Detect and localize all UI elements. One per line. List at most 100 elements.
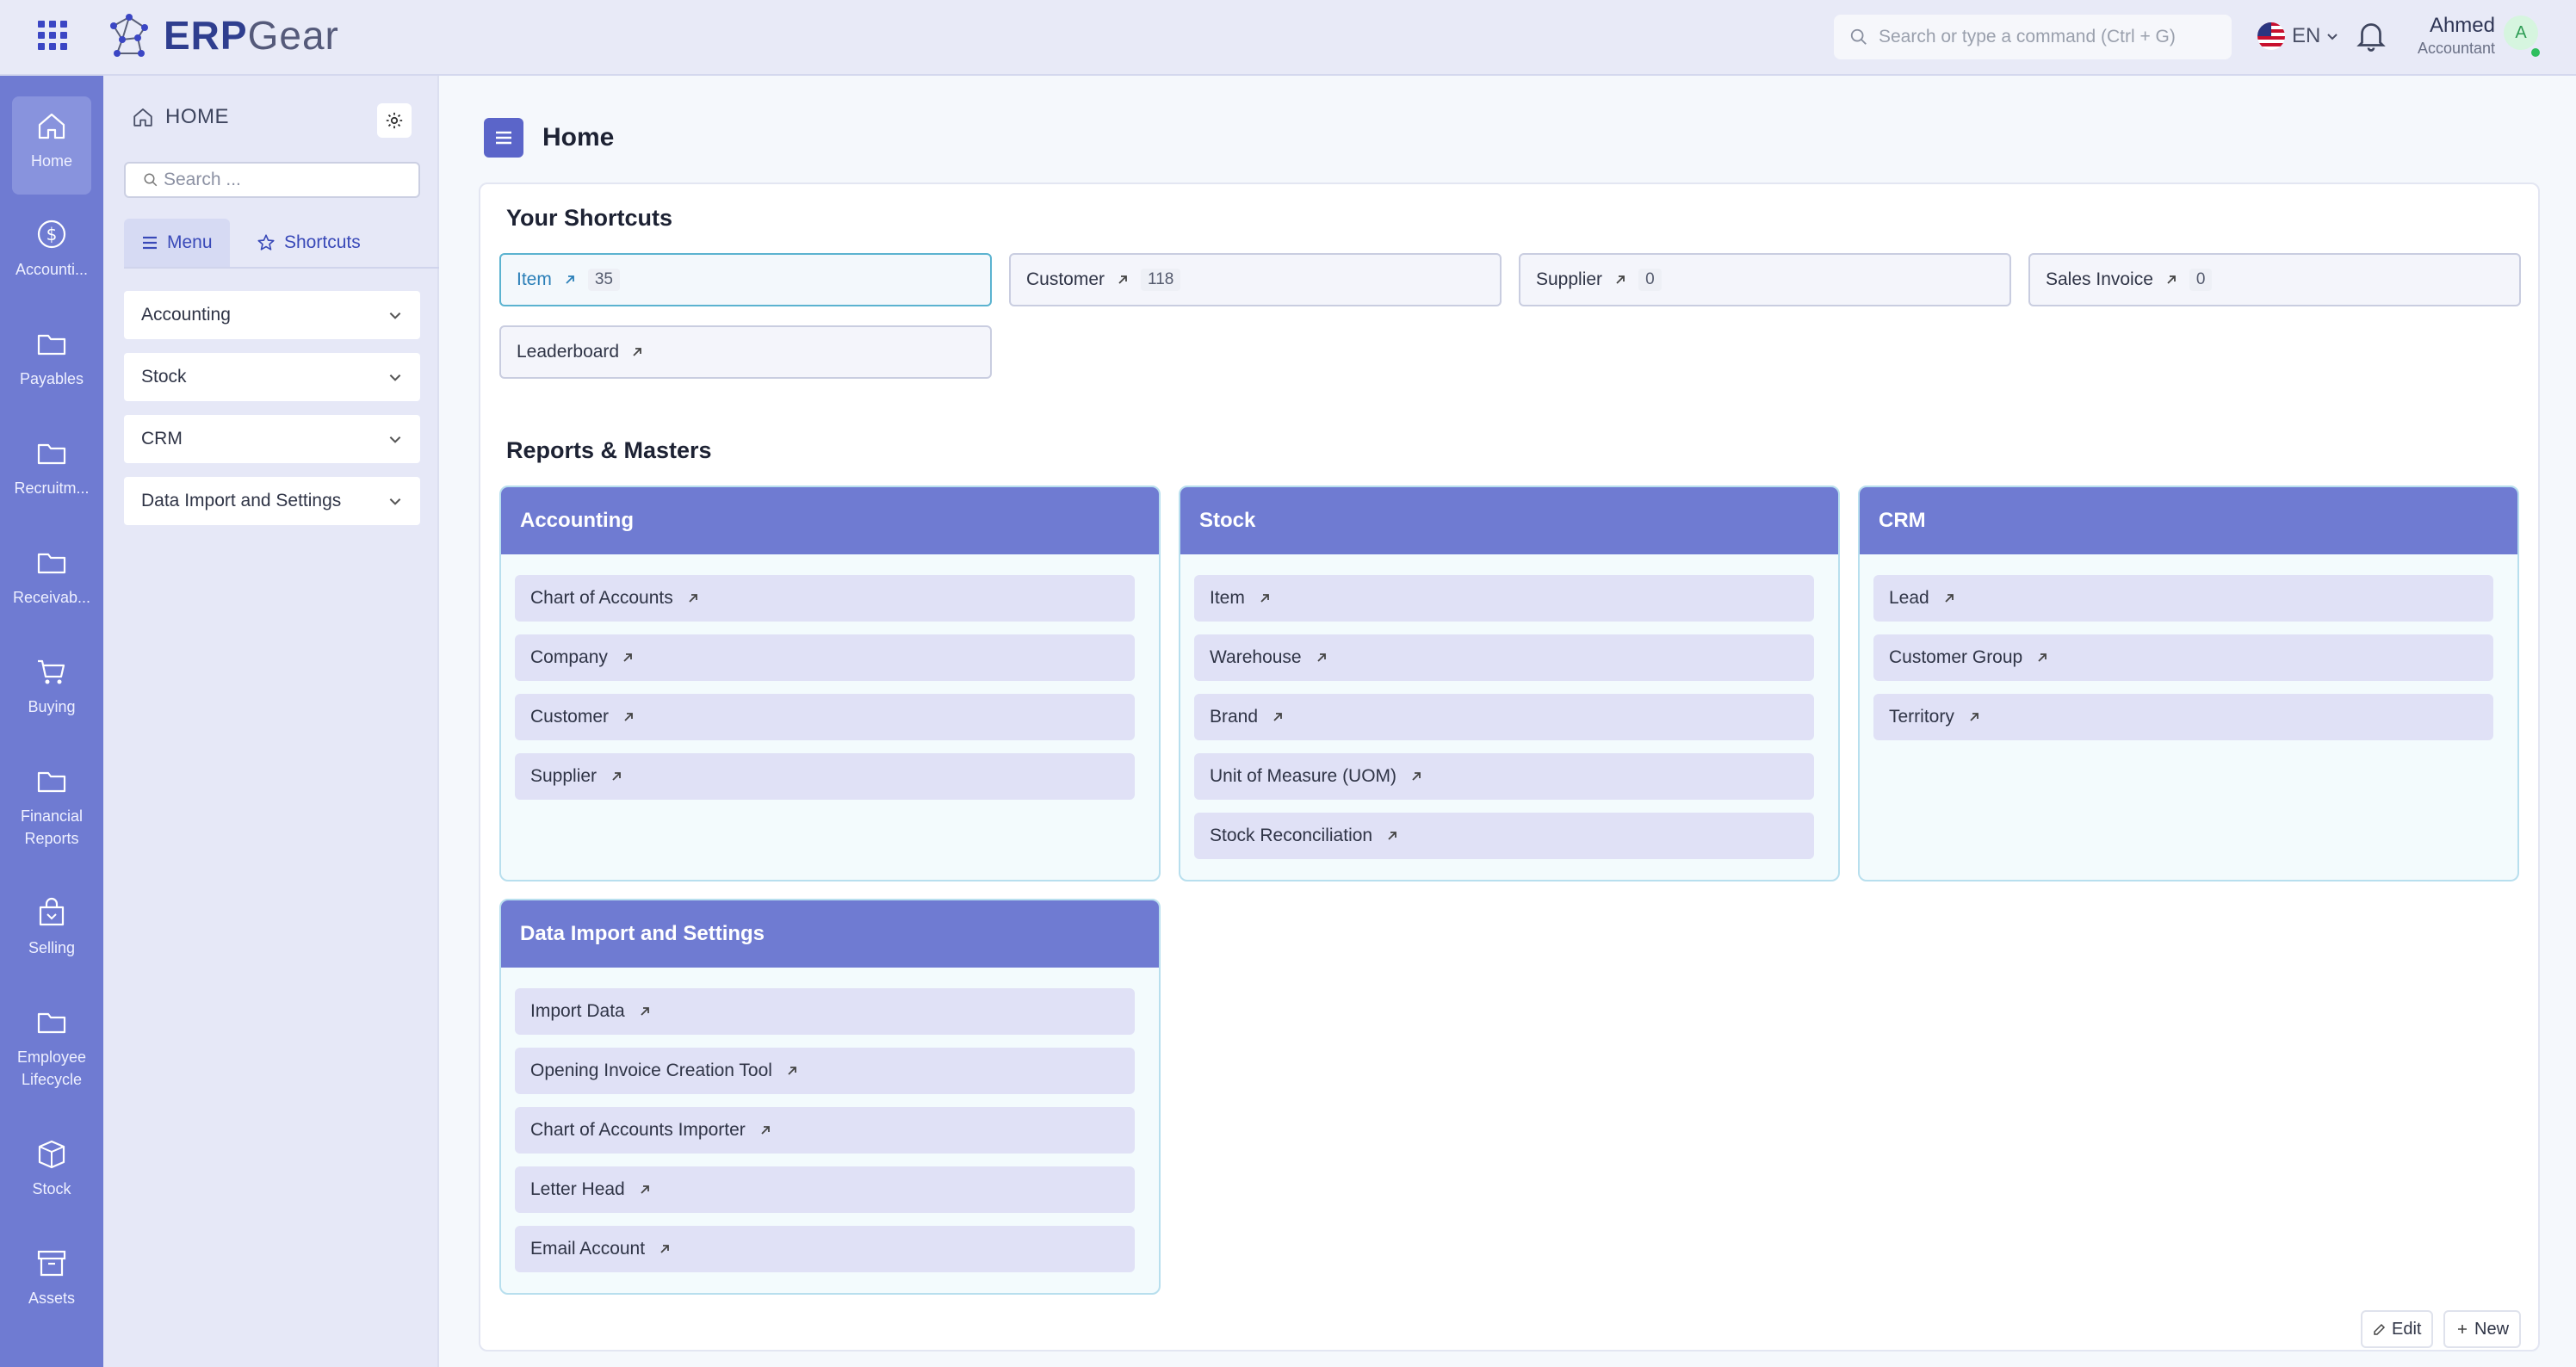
- arrow-up-right-icon: [566, 275, 574, 284]
- report-link-warehouse[interactable]: Warehouse: [1194, 634, 1814, 681]
- report-card-stock: Stock Item Warehouse Brand Unit of Measu…: [1179, 486, 1840, 881]
- report-link-letter-head[interactable]: Letter Head: [515, 1166, 1135, 1213]
- notifications-button[interactable]: [2356, 19, 2387, 53]
- report-link-customer[interactable]: Customer: [515, 694, 1135, 740]
- rail-item-home[interactable]: Home: [12, 96, 91, 195]
- shortcut-sales-invoice[interactable]: Sales Invoice 0: [2028, 253, 2521, 306]
- module-rail: Home $ Accounti... Payables Recruitm... …: [0, 76, 103, 1367]
- tabs-divider: [124, 267, 439, 269]
- report-link-unit-of-measure[interactable]: Unit of Measure (UOM): [1194, 753, 1814, 800]
- reports-section-title: Reports & Masters: [506, 437, 712, 463]
- tab-menu[interactable]: Menu: [124, 219, 230, 267]
- shortcut-leaderboard[interactable]: Leaderboard: [499, 325, 992, 379]
- workspace-settings-button[interactable]: [377, 103, 412, 138]
- apps-grid-icon[interactable]: [36, 19, 67, 50]
- side-item-stock[interactable]: Stock: [124, 353, 420, 401]
- shortcuts-section-title: Your Shortcuts: [506, 205, 673, 231]
- report-link-company[interactable]: Company: [515, 634, 1135, 681]
- arrow-up-right-icon: [1970, 713, 1978, 721]
- report-link-territory[interactable]: Territory: [1873, 694, 2493, 740]
- report-card-title: CRM: [1860, 487, 2517, 554]
- side-item-accounting[interactable]: Accounting: [124, 291, 420, 339]
- online-status-dot: [2530, 46, 2542, 59]
- report-link-email-account[interactable]: Email Account: [515, 1226, 1135, 1272]
- report-link-item[interactable]: Item: [1194, 575, 1814, 622]
- edit-workspace-button[interactable]: Edit: [2361, 1310, 2434, 1348]
- new-workspace-button[interactable]: New: [2443, 1310, 2522, 1348]
- shortcut-count: 118: [1141, 269, 1181, 291]
- report-link-chart-of-accounts-importer[interactable]: Chart of Accounts Importer: [515, 1107, 1135, 1154]
- user-role: Accountant: [2417, 40, 2495, 57]
- arrow-up-right-icon: [1118, 275, 1127, 284]
- user-name: Ahmed: [2429, 14, 2495, 37]
- side-item-crm[interactable]: CRM: [124, 415, 420, 463]
- avatar: A: [2504, 15, 2538, 50]
- side-item-data-import-and-settings[interactable]: Data Import and Settings: [124, 477, 420, 525]
- report-link-supplier[interactable]: Supplier: [515, 753, 1135, 800]
- chevron-down-icon: [389, 436, 401, 443]
- arrow-up-right-icon: [633, 348, 642, 356]
- side-search[interactable]: [124, 162, 420, 198]
- folder-icon: [37, 1012, 66, 1034]
- rail-item-buying[interactable]: Buying: [0, 642, 103, 740]
- arrow-up-right-icon: [1388, 832, 1396, 840]
- rail-item-assets[interactable]: Assets: [0, 1234, 103, 1332]
- folder-icon: [37, 553, 66, 574]
- report-link-import-data[interactable]: Import Data: [515, 988, 1135, 1035]
- shortcut-count: 0: [1638, 269, 1662, 291]
- us-flag-icon: [2257, 22, 2285, 50]
- star-icon: [257, 234, 275, 251]
- report-link-chart-of-accounts[interactable]: Chart of Accounts: [515, 575, 1135, 622]
- report-card-title: Stock: [1180, 487, 1838, 554]
- arrow-up-right-icon: [1260, 594, 1269, 603]
- side-search-input[interactable]: [164, 170, 413, 190]
- rail-item-accounting[interactable]: $ Accounti...: [0, 205, 103, 303]
- global-search[interactable]: [1834, 15, 2232, 59]
- shortcut-customer[interactable]: Customer 118: [1009, 253, 1502, 306]
- rail-item-employee-lifecycle[interactable]: Employee Lifecycle: [0, 993, 103, 1091]
- arrow-up-right-icon: [689, 594, 697, 603]
- language-label: EN: [2292, 24, 2321, 47]
- shortcut-item[interactable]: Item 35: [499, 253, 992, 306]
- rail-item-stock[interactable]: Stock: [0, 1124, 103, 1222]
- report-card-crm: CRM Lead Customer Group Territory: [1858, 486, 2519, 881]
- report-card-title: Accounting: [501, 487, 1159, 554]
- shortcut-supplier[interactable]: Supplier 0: [1519, 253, 2011, 306]
- folder-icon: [37, 771, 66, 793]
- home-icon: [133, 108, 152, 127]
- rail-item-selling[interactable]: Selling: [0, 883, 103, 981]
- arrow-up-right-icon: [1412, 772, 1421, 781]
- user-menu[interactable]: Ahmed Accountant A: [2407, 12, 2562, 64]
- app-logo[interactable]: ERPGear: [103, 5, 339, 65]
- menu-lines-icon: [143, 236, 157, 250]
- plus-icon: [2458, 1325, 2467, 1333]
- rail-item-recruitment[interactable]: Recruitm...: [0, 424, 103, 522]
- arrow-up-right-icon: [1316, 653, 1326, 662]
- svg-text:$: $: [46, 224, 58, 244]
- arrow-up-right-icon: [2167, 275, 2176, 284]
- arrow-up-right-icon: [1945, 594, 1954, 603]
- side-panel-title: HOME: [131, 105, 229, 129]
- search-icon: [1850, 28, 1867, 45]
- report-link-lead[interactable]: Lead: [1873, 575, 2493, 622]
- chevron-down-icon: [2327, 34, 2338, 40]
- report-link-stock-reconciliation[interactable]: Stock Reconciliation: [1194, 813, 1814, 859]
- gear-icon: [386, 112, 403, 129]
- rail-item-receivables[interactable]: Receivab...: [0, 533, 103, 631]
- rail-item-payables[interactable]: Payables: [0, 314, 103, 412]
- global-search-input[interactable]: [1879, 27, 2214, 47]
- logo-network-icon: [110, 14, 148, 57]
- report-link-customer-group[interactable]: Customer Group: [1873, 634, 2493, 681]
- search-icon: [144, 173, 158, 187]
- tab-shortcuts[interactable]: Shortcuts: [239, 219, 378, 267]
- chevron-down-icon: [389, 498, 401, 505]
- language-selector[interactable]: EN: [2257, 19, 2339, 53]
- report-link-brand[interactable]: Brand: [1194, 694, 1814, 740]
- report-link-opening-invoice-creation-tool[interactable]: Opening Invoice Creation Tool: [515, 1048, 1135, 1094]
- arrow-up-right-icon: [660, 1245, 669, 1253]
- sidebar-toggle-button[interactable]: [484, 118, 523, 158]
- shortcut-count: 0: [2189, 269, 2213, 291]
- rail-item-financial-reports[interactable]: Financial Reports: [0, 752, 103, 850]
- edit-icon: [2374, 1323, 2386, 1335]
- chevron-down-icon: [389, 312, 401, 319]
